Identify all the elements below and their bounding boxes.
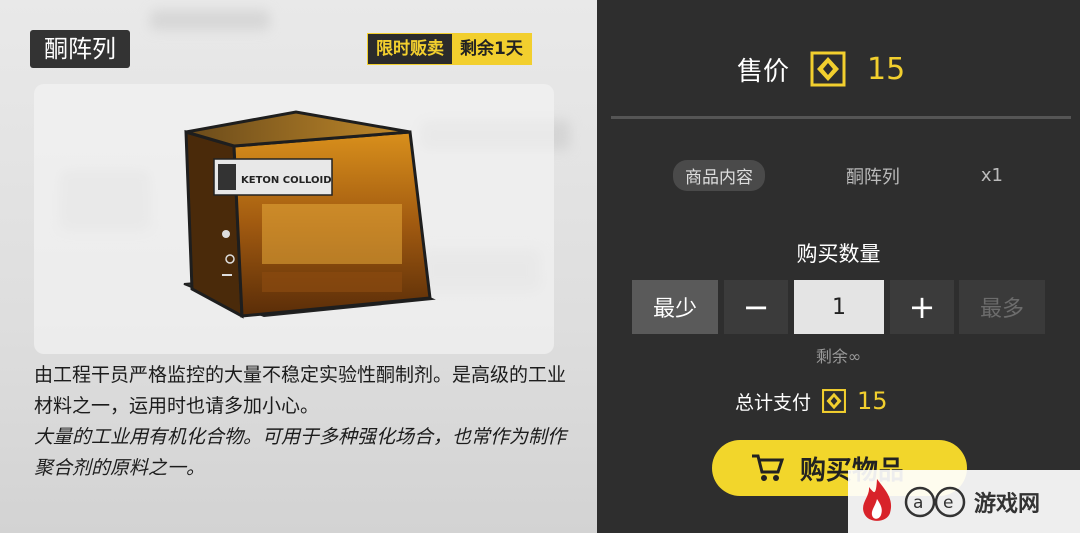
quantity-label: 购买数量	[796, 242, 881, 266]
product-content-name: 酮阵列	[845, 166, 900, 188]
item-description: 由工程干员严格监控的大量不稳定实验性酮制剂。是高级的工业材料之一，运用时也请多加…	[34, 364, 567, 417]
item-name-tag: 酮阵列	[30, 30, 130, 68]
product-content-row: 商品内容 酮阵列 x1	[673, 160, 1003, 191]
price-row: 售价 15	[737, 50, 905, 88]
item-image-area: KETON COLLOID	[34, 84, 554, 354]
purchase-panel: 售价 15 商品内容 酮阵列 x1 购买数量 最少 − 1 + 最多 剩余∞ 总…	[597, 0, 1080, 533]
item-description-block: 由工程干员严格监控的大量不稳定实验性酮制剂。是高级的工业材料之一，运用时也请多加…	[34, 360, 574, 484]
max-quantity-button[interactable]: 最多	[959, 280, 1045, 334]
product-content-qty: x1	[980, 165, 1003, 186]
price-label: 售价	[737, 56, 790, 87]
shopping-cart-icon	[752, 454, 785, 481]
limited-sale-badge: 限时贩卖 剩余1天	[367, 33, 532, 65]
item-flavor-text: 大量的工业用有机化合物。可用于多种强化场合，也常作为制作聚合剂的原料之一。	[34, 426, 567, 479]
ae-logo-icon: a e	[904, 486, 966, 517]
svg-text:e: e	[943, 493, 953, 513]
flame-logo-icon	[863, 478, 892, 521]
min-quantity-button[interactable]: 最少	[632, 280, 718, 334]
total-row: 总计支付 15	[735, 387, 888, 415]
site-watermark: a e 游戏网	[848, 470, 1080, 533]
quantity-value: 1	[794, 280, 884, 334]
watermark-text: 游戏网	[974, 491, 1041, 517]
svg-text:a: a	[913, 493, 923, 513]
item-detail-panel: 酮阵列 限时贩卖 剩余1天 KETON COLLOID 由工程干员严格监控的大量…	[0, 0, 597, 533]
box-label-text: KETON COLLOID	[241, 175, 332, 186]
total-label: 总计支付	[735, 391, 812, 414]
decrease-quantity-button[interactable]: −	[724, 280, 788, 334]
total-value: 15	[857, 387, 888, 415]
stock-remaining: 剩余∞	[815, 347, 862, 366]
product-content-pill: 商品内容	[673, 160, 765, 191]
remaining-days-label: 剩余1天	[452, 34, 531, 64]
price-value: 15	[867, 51, 906, 87]
originium-icon	[822, 389, 846, 413]
ketone-colloid-box-icon: KETON COLLOID	[183, 110, 436, 319]
limited-label: 限时贩卖	[368, 34, 452, 64]
divider	[611, 116, 1071, 119]
originium-icon	[810, 51, 846, 87]
increase-quantity-button[interactable]: +	[890, 280, 954, 334]
